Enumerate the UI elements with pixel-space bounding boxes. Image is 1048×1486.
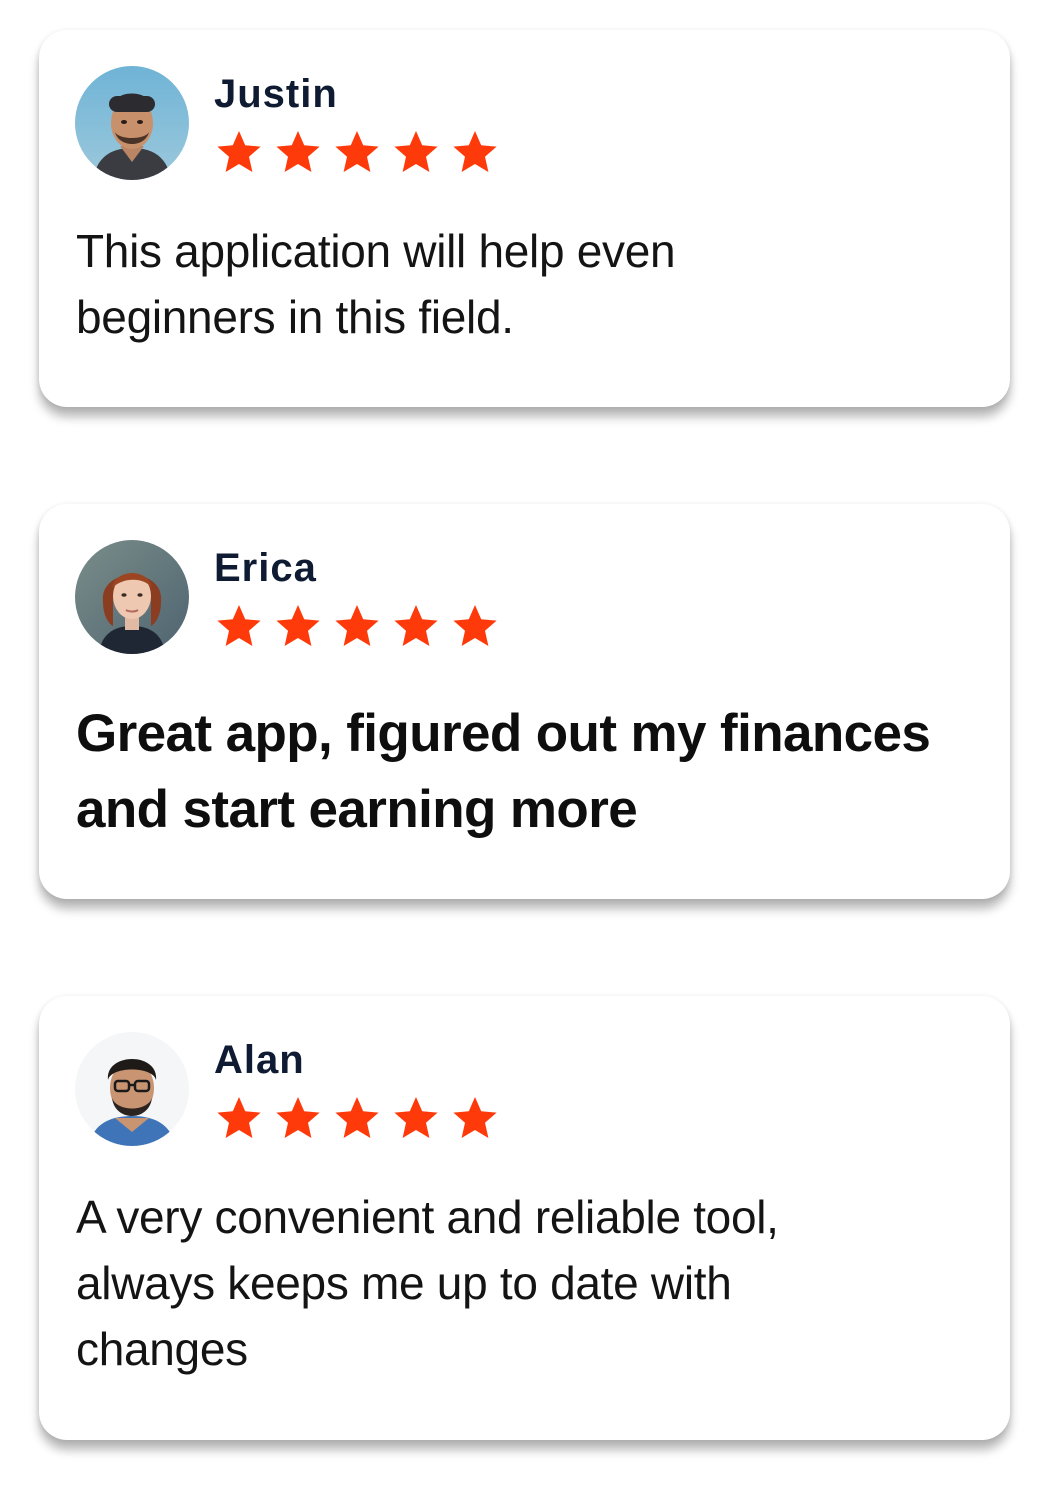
star-icon (453, 1097, 497, 1138)
avatar (75, 1032, 189, 1146)
star-rating (214, 602, 500, 650)
review-text: A very convenient and reliable tool, alw… (76, 1191, 779, 1375)
review-card: Justin This application will help even b… (39, 30, 1010, 407)
avatar-photo-man-glasses-icon (75, 1032, 189, 1146)
star-icon (453, 131, 497, 172)
reviewer-name: Erica (214, 546, 317, 590)
star-icon (217, 131, 261, 172)
avatar (75, 66, 189, 180)
star-icon (276, 131, 320, 172)
star-icon (276, 1097, 320, 1138)
star-rating (214, 1094, 500, 1142)
avatar (75, 540, 189, 654)
review-card: Alan A very convenient and reliable tool… (39, 996, 1010, 1440)
review-text: Great app, figured out my finances and s… (76, 704, 931, 839)
star-icon (453, 605, 497, 646)
reviewer-name: Justin (214, 72, 338, 116)
star-icon (394, 605, 438, 646)
reviewer-name: Alan (214, 1038, 305, 1082)
review-card: Erica Great app, figured out my finances… (39, 504, 1010, 899)
star-icon (276, 605, 320, 646)
star-icon (217, 1097, 261, 1138)
star-icon (394, 1097, 438, 1138)
star-icon (217, 605, 261, 646)
star-rating (214, 128, 500, 176)
star-icon (394, 131, 438, 172)
star-icon (335, 1097, 379, 1138)
star-icon (335, 605, 379, 646)
star-icon (335, 131, 379, 172)
avatar-photo-woman-red-hair-icon (75, 540, 189, 654)
review-text: This application will help even beginner… (76, 225, 676, 343)
avatar-photo-man-beanie-icon (75, 66, 189, 180)
